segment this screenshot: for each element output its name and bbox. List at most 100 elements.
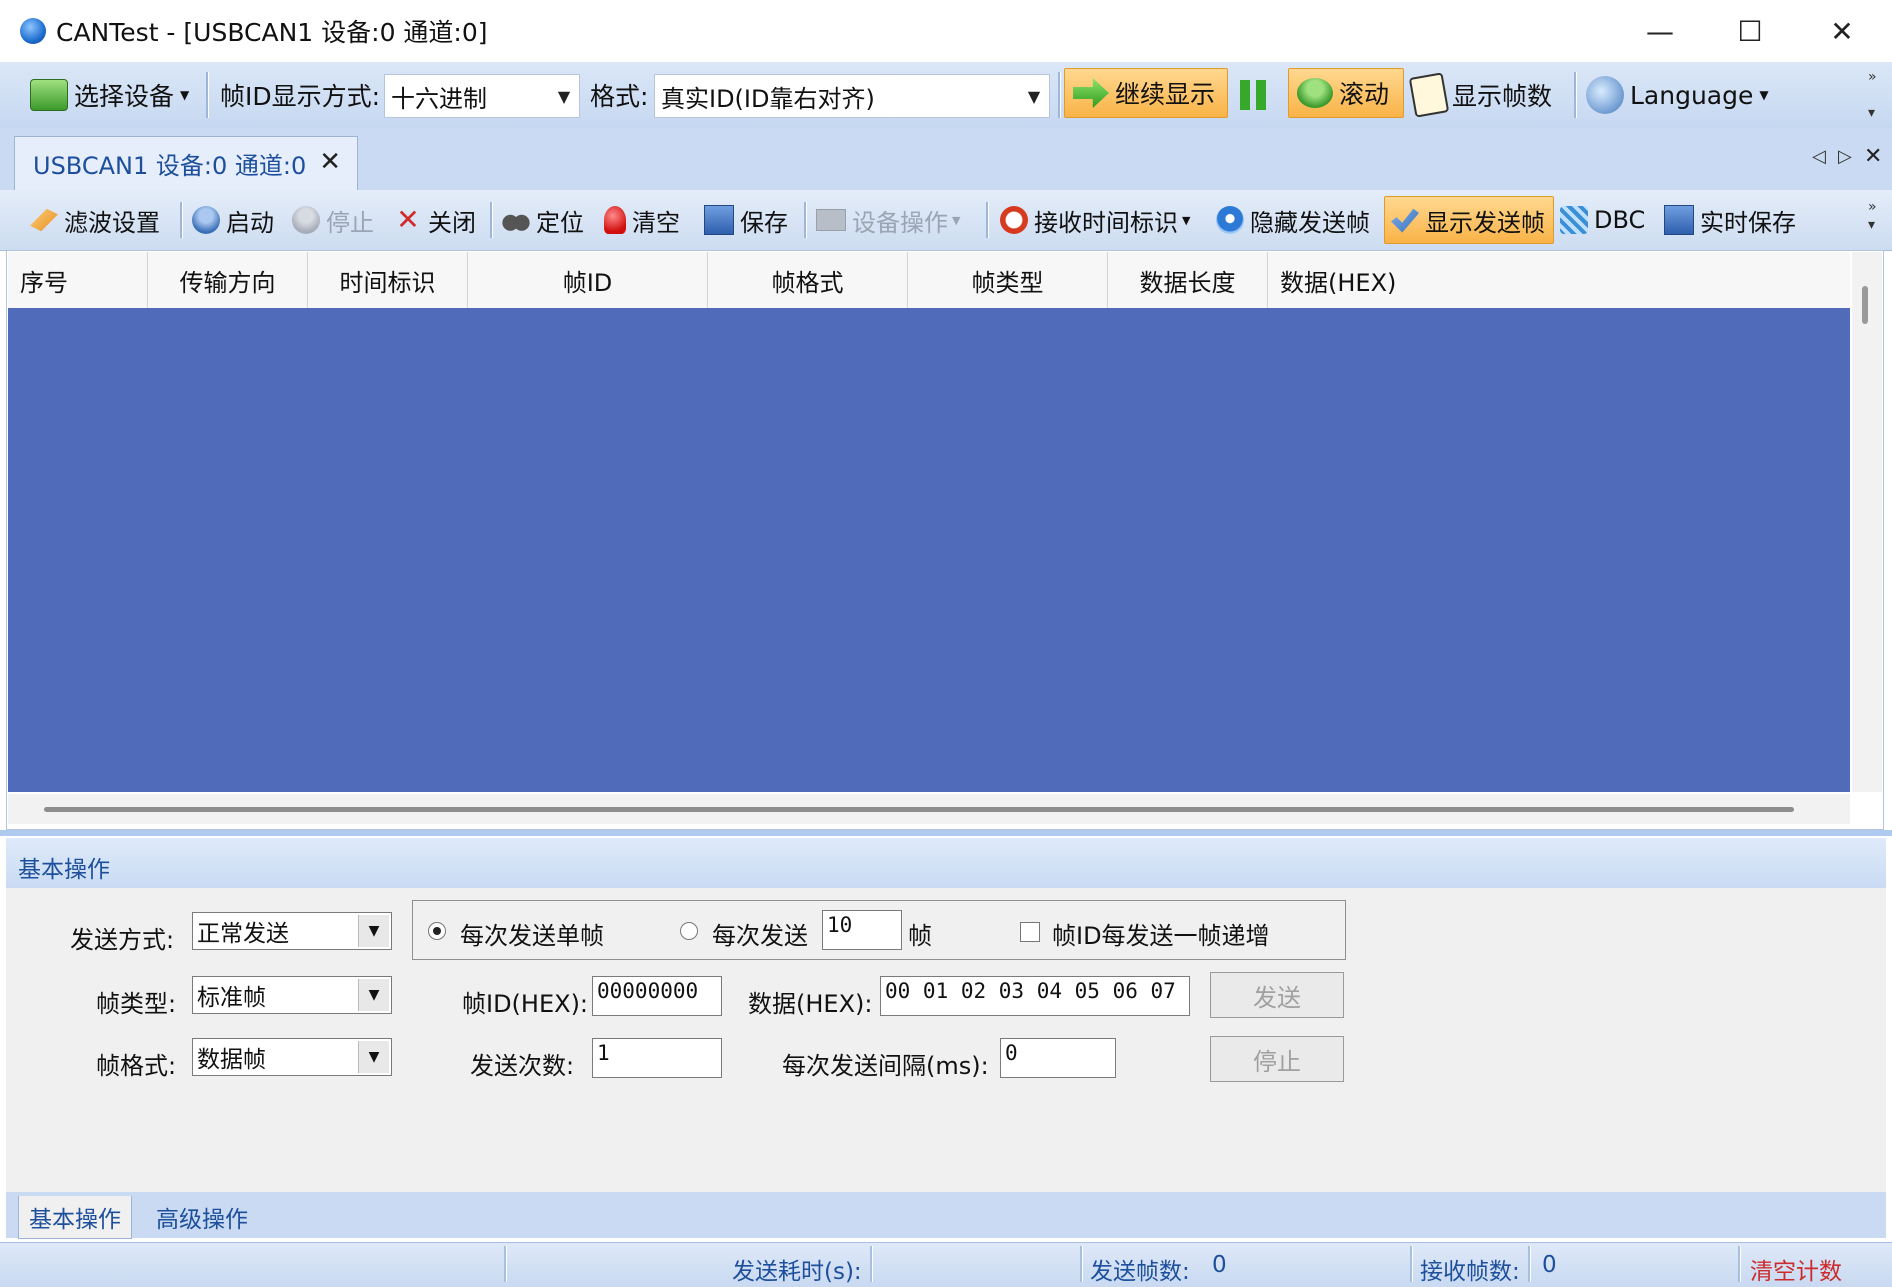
show-send-frames-button[interactable]: 显示发送帧 bbox=[1384, 196, 1554, 244]
realtime-save-button[interactable]: 实时保存 bbox=[1664, 196, 1796, 244]
select-device-button[interactable]: 选择设备 ▼ bbox=[30, 70, 189, 120]
start-button[interactable]: 启动 bbox=[192, 196, 274, 244]
format-value: 真实ID(ID靠右对齐) bbox=[661, 84, 875, 113]
close-tab-icon[interactable]: ✕ bbox=[319, 147, 341, 177]
send-times-input[interactable]: 1 bbox=[592, 1038, 722, 1078]
send-button[interactable]: 发送 bbox=[1210, 972, 1344, 1018]
tab-scroll-left-icon[interactable]: ◁ bbox=[1812, 146, 1826, 167]
clear-count-button[interactable]: 清空计数 bbox=[1750, 1252, 1842, 1286]
clear-button[interactable]: 清空 bbox=[604, 196, 680, 244]
frame-type-label: 帧类型: bbox=[96, 990, 177, 1018]
close-device-button[interactable]: ✕ 关闭 bbox=[394, 196, 476, 244]
close-document-icon[interactable]: ✕ bbox=[1864, 144, 1882, 169]
realtime-save-label: 实时保存 bbox=[1700, 208, 1796, 237]
toolbar-separator bbox=[804, 202, 807, 238]
grid-body[interactable] bbox=[8, 308, 1850, 792]
close-window-button[interactable]: ✕ bbox=[1796, 0, 1888, 62]
frame-id-input[interactable]: 00000000 bbox=[592, 976, 722, 1016]
send-mode-select[interactable]: 正常发送 ▼ bbox=[192, 912, 392, 950]
window-title: CANTest - [USBCAN1 设备:0 通道:0] bbox=[56, 18, 488, 47]
frame-id-mode-select[interactable]: 十六进制 ▼ bbox=[384, 74, 580, 118]
pause-button[interactable] bbox=[1240, 70, 1266, 120]
column-header-data-length[interactable]: 数据长度 bbox=[1108, 252, 1268, 308]
column-header-index[interactable]: 序号 bbox=[8, 252, 148, 308]
data-input[interactable]: 00 01 02 03 04 05 06 07 bbox=[880, 976, 1190, 1016]
device-icon bbox=[30, 79, 68, 111]
stop-button[interactable]: 停止 bbox=[292, 196, 374, 244]
receive-time-menu[interactable]: 接收时间标识 ▼ bbox=[1000, 196, 1190, 244]
language-menu[interactable]: Language ▼ bbox=[1586, 70, 1769, 120]
toolbox-icon bbox=[816, 209, 846, 231]
increment-id-checkbox[interactable] bbox=[1020, 922, 1040, 942]
toolbar-separator bbox=[490, 202, 493, 238]
start-label: 启动 bbox=[226, 208, 274, 237]
clock-icon bbox=[1000, 206, 1028, 234]
document-tab[interactable]: USBCAN1 设备:0 通道:0 ✕ bbox=[14, 136, 358, 190]
tab-scroll-right-icon[interactable]: ▷ bbox=[1838, 146, 1852, 167]
chevron-down-icon: ▼ bbox=[1759, 88, 1769, 102]
column-header-frame-format[interactable]: 帧格式 bbox=[708, 252, 908, 308]
recv-count-label: 接收帧数: bbox=[1420, 1259, 1520, 1285]
checkmark-icon bbox=[1391, 208, 1419, 233]
send-mode-value: 正常发送 bbox=[197, 921, 289, 947]
toolbar-separator bbox=[206, 72, 209, 118]
column-header-frame-id[interactable]: 帧ID bbox=[468, 252, 708, 308]
maximize-button[interactable]: ☐ bbox=[1704, 0, 1796, 62]
device-operation-menu[interactable]: 设备操作 ▼ bbox=[816, 196, 960, 244]
toolbar-overflow-icon[interactable]: » ▾ bbox=[1868, 198, 1877, 234]
dbc-button[interactable]: DBC bbox=[1560, 196, 1645, 244]
filter-settings-button[interactable]: 滤波设置 bbox=[30, 196, 160, 244]
app-icon bbox=[20, 18, 46, 44]
vertical-scrollbar[interactable] bbox=[1852, 252, 1882, 792]
column-header-timestamp[interactable]: 时间标识 bbox=[308, 252, 468, 308]
format-select[interactable]: 真实ID(ID靠右对齐) ▼ bbox=[654, 74, 1050, 118]
tab-basic-operation[interactable]: 基本操作 bbox=[18, 1196, 132, 1239]
frame-id-mode-value: 十六进制 bbox=[391, 84, 487, 113]
frame-type-value: 标准帧 bbox=[197, 985, 266, 1011]
chevron-down-icon: ▼ bbox=[1027, 86, 1041, 106]
single-frame-label: 每次发送单帧 bbox=[460, 922, 604, 950]
stop-send-button[interactable]: 停止 bbox=[1210, 1036, 1344, 1082]
horizontal-scroll-thumb[interactable] bbox=[44, 807, 1794, 812]
minimize-button[interactable]: — bbox=[1614, 0, 1706, 62]
frame-type-select[interactable]: 标准帧 ▼ bbox=[192, 976, 392, 1014]
show-frame-count-button[interactable]: 显示帧数 bbox=[1408, 70, 1553, 120]
tab-advanced-operation[interactable]: 高级操作 bbox=[146, 1196, 258, 1238]
users-icon bbox=[292, 206, 320, 234]
status-separator bbox=[504, 1246, 507, 1282]
recv-count-value: 0 bbox=[1542, 1252, 1557, 1278]
stop-label: 停止 bbox=[326, 208, 374, 237]
interval-label: 每次发送间隔(ms): bbox=[782, 1052, 989, 1080]
chevron-down-icon: ▼ bbox=[557, 86, 571, 106]
toolbar-overflow-icon[interactable]: » ▾ bbox=[1868, 68, 1877, 122]
scroll-button[interactable]: 滚动 bbox=[1288, 68, 1404, 118]
save-button[interactable]: 保存 bbox=[704, 196, 788, 244]
panel-splitter[interactable] bbox=[0, 830, 1892, 836]
status-bar bbox=[0, 1242, 1892, 1287]
vertical-scroll-thumb[interactable] bbox=[1862, 286, 1868, 324]
multi-frame-count-input[interactable]: 10 bbox=[822, 910, 902, 950]
multi-frame-radio[interactable] bbox=[680, 922, 698, 940]
single-frame-radio[interactable] bbox=[428, 922, 446, 940]
show-frame-count-label: 显示帧数 bbox=[1452, 82, 1553, 111]
chip-icon bbox=[1560, 206, 1588, 234]
eye-icon bbox=[1216, 206, 1244, 234]
frame-unit-label: 帧 bbox=[908, 922, 932, 950]
save-label: 保存 bbox=[740, 208, 788, 237]
red-light-icon bbox=[604, 206, 626, 234]
hide-send-frames-button[interactable]: 隐藏发送帧 bbox=[1216, 196, 1370, 244]
document-tab-label: USBCAN1 设备:0 通道:0 bbox=[33, 152, 307, 180]
column-header-data-hex[interactable]: 数据(HEX) bbox=[1268, 252, 1850, 308]
arrow-right-icon bbox=[1073, 78, 1109, 108]
receive-time-label: 接收时间标识 bbox=[1034, 208, 1178, 237]
continue-display-button[interactable]: 继续显示 bbox=[1064, 68, 1228, 118]
filter-settings-label: 滤波设置 bbox=[64, 208, 160, 237]
column-header-frame-type[interactable]: 帧类型 bbox=[908, 252, 1108, 308]
frame-format-select[interactable]: 数据帧 ▼ bbox=[192, 1038, 392, 1076]
chevron-down-icon: ▼ bbox=[358, 979, 389, 1011]
column-header-direction[interactable]: 传输方向 bbox=[148, 252, 308, 308]
panel-title: 基本操作 bbox=[18, 857, 110, 883]
locate-button[interactable]: 定位 bbox=[502, 196, 584, 244]
chevron-down-icon: ▼ bbox=[1182, 213, 1191, 227]
interval-input[interactable]: 0 bbox=[1000, 1038, 1116, 1078]
